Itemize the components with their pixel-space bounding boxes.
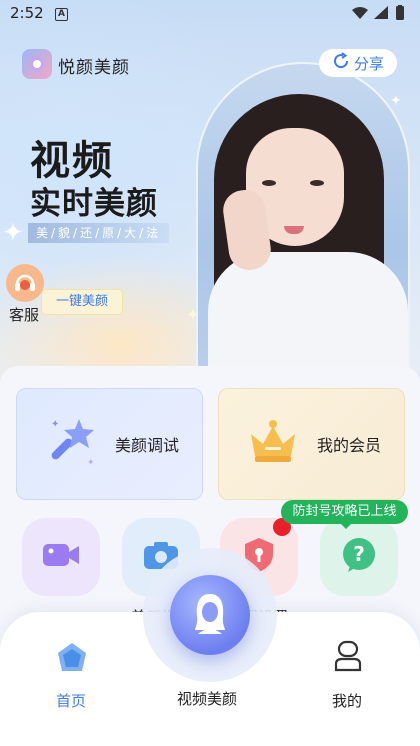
hero-subtitle: 实时美颜 bbox=[30, 186, 158, 222]
nav-video-beauty-label[interactable]: 视频美颜 bbox=[177, 688, 237, 709]
nav-profile-label[interactable]: 我的 bbox=[332, 690, 362, 711]
sparkle-icon: ✦ bbox=[2, 218, 24, 248]
notification-icon: A bbox=[55, 8, 68, 21]
portrait-eye bbox=[262, 180, 276, 186]
home-icon[interactable] bbox=[56, 641, 88, 677]
anti-ban-tooltip[interactable]: 防封号攻略已上线 bbox=[281, 500, 408, 524]
one-key-beauty-button[interactable]: 一键美颜 bbox=[41, 289, 123, 315]
svg-text:?: ? bbox=[353, 542, 365, 566]
crown-icon bbox=[243, 414, 303, 474]
my-membership-card[interactable]: 我的会员 bbox=[218, 388, 405, 500]
video-beauty-center-button[interactable] bbox=[170, 575, 250, 655]
hero-tagline: 美/貌/还/原/大/法 bbox=[28, 223, 170, 243]
beauty-debug-label: 美颜调试 bbox=[115, 436, 180, 455]
my-membership-label: 我的会员 bbox=[317, 436, 382, 455]
svg-text:✦: ✦ bbox=[87, 458, 95, 468]
share-label: 分享 bbox=[353, 54, 384, 73]
battery-icon bbox=[396, 6, 404, 20]
status-time: 2:52 bbox=[10, 4, 44, 22]
nav-home-label[interactable]: 首页 bbox=[56, 690, 86, 711]
portrait-eye bbox=[310, 180, 324, 186]
profile-icon[interactable] bbox=[333, 640, 363, 676]
sparkle-icon: ✦ bbox=[186, 305, 200, 324]
signal-icon bbox=[374, 6, 388, 19]
share-button[interactable]: 分享 bbox=[319, 49, 397, 77]
app-logo bbox=[22, 49, 52, 79]
app-name: 悦颜美颜 bbox=[58, 58, 130, 78]
sparkle-icon: ✦ bbox=[390, 93, 402, 109]
user-portrait-icon bbox=[190, 590, 230, 640]
svg-text:✦: ✦ bbox=[51, 419, 59, 430]
magic-wand-icon: ✦ ✦ bbox=[43, 413, 101, 475]
wifi-icon bbox=[352, 7, 368, 19]
help-feature-button[interactable]: ? bbox=[320, 518, 398, 596]
customer-service-label[interactable]: 客服 bbox=[9, 304, 39, 325]
beauty-debug-card[interactable]: ✦ ✦ 美颜调试 bbox=[16, 388, 203, 500]
video-feature-button[interactable] bbox=[22, 518, 100, 596]
tooltip-tail bbox=[340, 523, 352, 529]
customer-service-icon[interactable] bbox=[6, 264, 44, 302]
share-icon bbox=[332, 52, 350, 74]
question-icon: ? bbox=[340, 536, 378, 578]
status-icons bbox=[350, 5, 412, 25]
portrait-sweater bbox=[208, 252, 408, 380]
video-camera-icon bbox=[41, 540, 81, 574]
